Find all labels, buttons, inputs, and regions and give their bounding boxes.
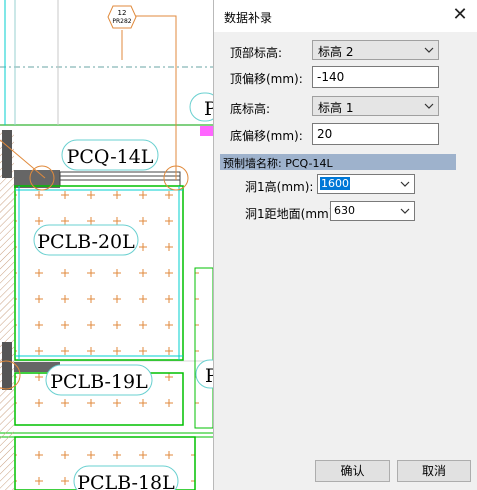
close-icon[interactable]: ✕ <box>449 4 471 26</box>
bottom-offset-input[interactable]: 20 <box>312 123 439 145</box>
axis-bubble-code: PR282 <box>112 18 131 25</box>
label-pcq-14l: PCQ-14L <box>67 146 154 168</box>
bottom-offset-value: 20 <box>317 127 333 141</box>
chevron-down-icon <box>424 103 434 109</box>
axis-bubble-number: 12 <box>118 9 127 17</box>
chevron-down-icon <box>400 181 410 187</box>
hole-floor-value: 630 <box>334 204 355 217</box>
top-offset-value: -140 <box>317 70 345 84</box>
wall-panels <box>0 126 214 490</box>
chevron-down-icon <box>400 208 410 214</box>
top-level-label: 顶部标高: <box>230 46 283 60</box>
top-offset-label: 顶偏移(mm): <box>230 72 303 86</box>
label-pclb-19l: PCLB-19L <box>50 371 148 393</box>
chevron-down-icon <box>424 47 434 53</box>
top-level-select[interactable]: 标高 2 <box>312 40 439 60</box>
cancel-button[interactable]: 取消 <box>397 460 471 482</box>
top-offset-input[interactable]: -140 <box>312 66 439 88</box>
label-pclb-18l: PCLB-18L <box>77 472 175 490</box>
dialog-title: 数据补录 <box>224 11 273 25</box>
hole-floor-label: 洞1距地面(mm): <box>245 207 338 221</box>
hole-height-combo[interactable]: 1600 <box>317 174 415 194</box>
axis-bubble: 12 PR282 <box>107 5 137 29</box>
bottom-level-select[interactable]: 标高 1 <box>312 96 439 116</box>
wall-name-section-header: 预制墙名称: PCQ-14L <box>220 154 456 170</box>
data-supplement-dialog: 数据补录 ✕ 顶部标高: 标高 2 顶偏移(mm): -140 底标高: 标高 … <box>213 0 477 490</box>
dialog-titlebar[interactable]: 数据补录 ✕ <box>214 0 477 32</box>
top-level-value: 标高 2 <box>318 45 354 59</box>
bottom-level-label: 底标高: <box>230 102 271 116</box>
label-pclb-20l: PCLB-20L <box>37 231 135 253</box>
hole-height-label: 洞1高(mm): <box>245 180 314 194</box>
hole-height-value: 1600 <box>320 177 350 190</box>
hole-floor-combo[interactable]: 630 <box>330 201 415 221</box>
wall-name-section-title: 预制墙名称: PCQ-14L <box>223 157 333 170</box>
confirm-button[interactable]: 确认 <box>315 460 390 482</box>
bottom-level-value: 标高 1 <box>318 101 354 115</box>
bottom-offset-label: 底偏移(mm): <box>230 129 303 143</box>
